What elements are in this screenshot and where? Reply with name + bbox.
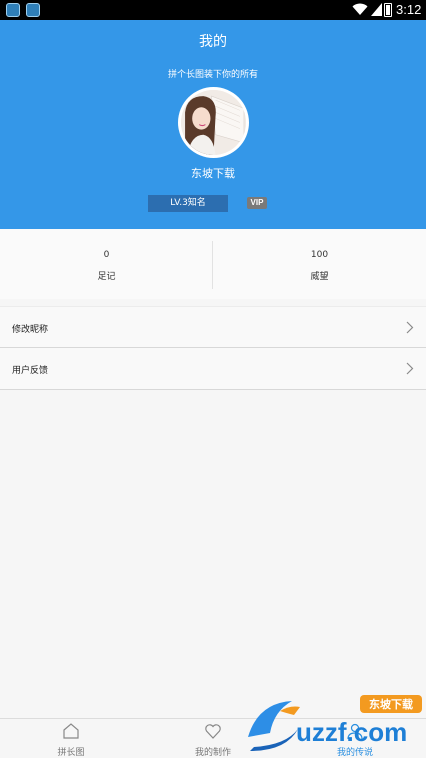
settings-menu: 修改昵称 用户反馈 [0,306,426,390]
menu-item-edit-nickname[interactable]: 修改昵称 [0,306,426,348]
watermark-badge: 东坡下载 [369,697,413,711]
level-badge: LV.3知名 [148,195,228,212]
status-time: 3:12 [396,2,422,17]
stat-label: 威望 [310,272,329,282]
profile-slogan: 拼个长图装下你的所有 [167,70,258,80]
stat-footprints[interactable]: 0 足记 [0,229,213,299]
stat-prestige[interactable]: 100 威望 [213,229,426,299]
menu-item-label: 用户反馈 [12,366,49,376]
chevron-right-icon [406,362,414,375]
watermark-text: uzzf.com [296,717,407,747]
stat-label: 足记 [97,272,116,282]
profile-header: 我的 拼个长图装下你的所有 东坡下载 LV.3知名 VIP [0,20,426,229]
home-icon [63,723,79,739]
page-title: 我的 [199,34,227,50]
menu-item-feedback[interactable]: 用户反馈 [0,348,426,390]
stat-value: 0 [103,250,110,260]
notification-app-icon [26,3,40,17]
tab-long-image[interactable]: 拼长图 [0,719,142,758]
username: 东坡下载 [191,167,235,180]
tab-label: 拼长图 [57,748,85,758]
stats-panel: 0 足记 100 威望 [0,229,426,299]
wifi-icon [352,3,368,15]
chevron-right-icon [406,321,414,334]
stat-value: 100 [310,250,329,260]
heart-icon [205,724,221,739]
vip-badge: VIP [247,197,267,209]
notification-app-icon [6,3,20,17]
battery-icon [384,3,392,17]
menu-item-label: 修改昵称 [12,325,49,335]
watermark-logo: uzzf.com 东坡下载 [248,695,422,751]
status-bar: 3:12 [0,0,426,20]
avatar-photo [181,90,246,155]
signal-icon [371,3,382,16]
avatar[interactable] [178,87,249,158]
